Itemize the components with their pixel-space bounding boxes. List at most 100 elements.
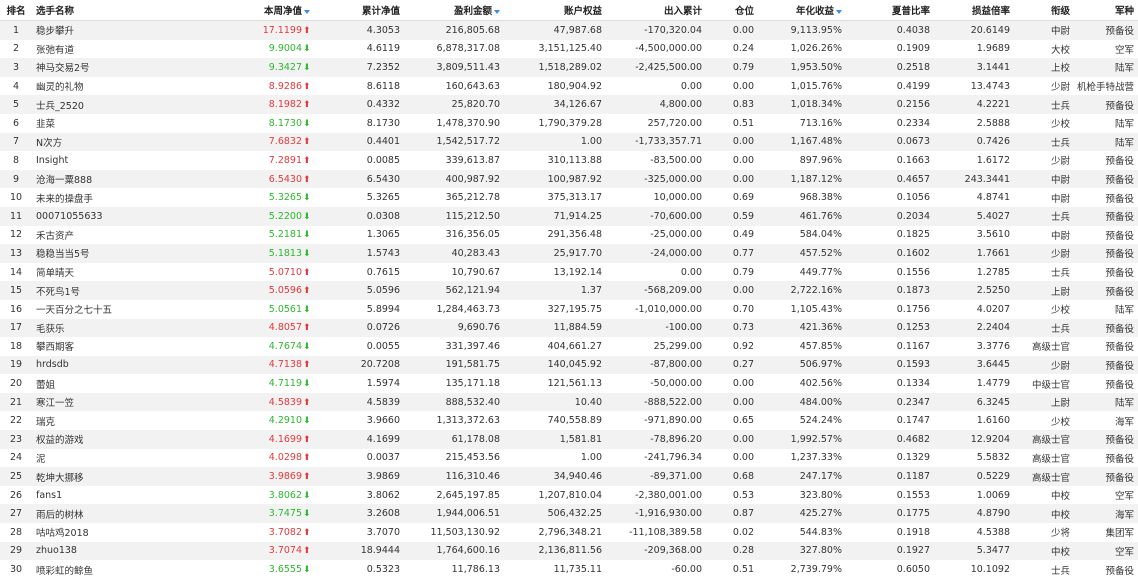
- player-name[interactable]: Insight: [32, 151, 204, 170]
- sharpe-cell: 0.1329: [896, 452, 930, 464]
- equity-cell: 34,940.46: [553, 471, 602, 483]
- arrow-down-icon: ⬇: [303, 341, 311, 352]
- table-row: 12 禾古资产 5.2181⬇ 1.3065 316,356.05 291,356.48-…: [0, 225, 1138, 245]
- rank-cell: 8: [12, 154, 20, 166]
- player-name[interactable]: fans1: [32, 486, 204, 505]
- arrow-up-icon: ⬆: [303, 155, 311, 166]
- equity-cell: 3,151,125.40: [538, 43, 602, 55]
- header-week-nav[interactable]: 本周净值: [204, 0, 314, 21]
- player-name[interactable]: 幽灵的礼物: [32, 77, 204, 96]
- player-name[interactable]: 雨后的树林: [32, 504, 204, 523]
- position-cell: 0.00: [732, 433, 754, 445]
- table-row: 7 N次方 7.6832⬆ 0.4401 1,542,517.72 1.00 -1,733,…: [0, 132, 1138, 152]
- rank-title-cell: 少尉: [1050, 249, 1070, 261]
- position-cell: 0.79: [732, 266, 754, 278]
- equity-cell: 180,904.92: [547, 80, 602, 92]
- player-name[interactable]: 沧海一粟888: [32, 170, 204, 189]
- player-name[interactable]: 毛获乐: [32, 319, 204, 338]
- player-name[interactable]: 一天百分之七十五: [32, 300, 204, 319]
- position-cell: 0.02: [732, 526, 754, 538]
- week-nav-value: 5.0710: [268, 266, 302, 278]
- sharpe-cell: 0.1825: [896, 229, 930, 241]
- annual-cell: 968.38%: [799, 192, 842, 204]
- io-cell: -1,733,357.71: [635, 136, 702, 148]
- branch-cell: 预备役: [1105, 100, 1134, 112]
- table-row: 20 蕾姐 4.7119⬇ 1.5974 135,171.18 121,561.13 -50…: [0, 374, 1138, 393]
- annual-cell: 544.83%: [799, 526, 842, 538]
- player-name[interactable]: 乾坤大挪移: [32, 467, 204, 486]
- equity-cell: 13,192.14: [553, 266, 602, 278]
- sharpe-cell: 0.1187: [896, 471, 930, 483]
- player-name[interactable]: 稳稳当当5号: [32, 244, 204, 263]
- player-name[interactable]: 权益的游戏: [32, 430, 204, 449]
- arrow-up-icon: ⬆: [303, 267, 311, 278]
- arrow-up-icon: ⬆: [303, 81, 311, 92]
- header-annual[interactable]: 年化收益: [758, 0, 846, 21]
- sharpe-cell: 0.6050: [896, 564, 930, 576]
- rank-title-cell: 士兵: [1050, 268, 1070, 280]
- week-nav-cell: 3.9869⬆: [204, 467, 314, 486]
- io-cell: -325,000.00: [644, 173, 702, 185]
- rank-title-cell: 士兵: [1050, 212, 1070, 224]
- player-name[interactable]: 禾古资产: [32, 226, 204, 245]
- pl-ratio-cell: 1.9689: [976, 43, 1010, 55]
- player-name[interactable]: hrdsdb: [32, 356, 204, 375]
- annual-cell: 1,018.34%: [790, 99, 842, 111]
- branch-cell: 预备役: [1105, 379, 1134, 391]
- equity-cell: 2,796,348.21: [538, 526, 602, 538]
- cum-nav-cell: 0.0726: [366, 322, 400, 334]
- position-cell: 0.00: [732, 452, 754, 464]
- branch-cell: 预备役: [1105, 156, 1134, 168]
- player-name[interactable]: 士兵_2520: [32, 95, 204, 114]
- player-name[interactable]: 喷彩虹的鲸鱼: [32, 560, 204, 579]
- annual-cell: 506.97%: [799, 359, 842, 371]
- position-cell: 0.79: [732, 61, 754, 73]
- position-cell: 0.00: [732, 378, 754, 390]
- cum-nav-cell: 0.5323: [366, 564, 400, 576]
- player-name[interactable]: N次方: [32, 133, 204, 152]
- player-name[interactable]: 稳步攀升: [32, 21, 204, 40]
- player-name[interactable]: 瑞克: [32, 411, 204, 430]
- player-name[interactable]: 张弛有道: [32, 40, 204, 59]
- cum-nav-cell: 7.2352: [366, 61, 400, 73]
- player-name[interactable]: zhuo138: [32, 542, 204, 561]
- player-name[interactable]: 未来的操盘手: [32, 188, 204, 207]
- annual-cell: 1,237.33%: [790, 452, 842, 464]
- pl-ratio-cell: 1.2785: [976, 266, 1010, 278]
- player-name[interactable]: 00071055633: [32, 207, 204, 226]
- week-nav-value: 3.6555: [268, 564, 302, 576]
- player-name[interactable]: 咕咕鸡2018: [32, 523, 204, 542]
- position-cell: 0.59: [732, 210, 754, 222]
- cum-nav-cell: 3.8062: [366, 489, 400, 501]
- io-cell: 0.00: [680, 80, 702, 92]
- player-name[interactable]: 简单晴天: [32, 263, 204, 282]
- rank-title-cell: 高级士官: [1031, 453, 1070, 465]
- profit-cell: 135,171.18: [445, 378, 500, 390]
- profit-cell: 316,356.05: [445, 229, 500, 241]
- annual-cell: 1,015.76%: [790, 80, 842, 92]
- header-profit[interactable]: 盈利金额: [404, 0, 504, 21]
- player-name[interactable]: 蕾姐: [32, 374, 204, 393]
- branch-cell: 海军: [1114, 416, 1134, 428]
- branch-cell: 机枪手特战营: [1076, 82, 1134, 94]
- annual-cell: 2,722.16%: [790, 285, 842, 297]
- week-nav-value: 3.7082: [268, 526, 302, 538]
- week-nav-cell: 3.6555⬇: [204, 560, 314, 579]
- player-name[interactable]: 神马交易2号: [32, 58, 204, 77]
- player-name[interactable]: 韭菜: [32, 114, 204, 133]
- cum-nav-cell: 0.0037: [366, 452, 400, 464]
- table-row: 9 沧海一粟888 6.5430⬆ 6.5430 400,987.92 100,987.9…: [0, 169, 1138, 189]
- rank-cell: 20: [9, 378, 23, 390]
- pl-ratio-cell: 3.6445: [976, 359, 1010, 371]
- player-name[interactable]: 攀西期客: [32, 337, 204, 356]
- rank-title-cell: 少尉: [1050, 82, 1070, 94]
- player-name[interactable]: 不死鸟1号: [32, 281, 204, 300]
- header-pl-ratio: 损益倍率: [934, 0, 1014, 21]
- player-name[interactable]: 寒江一笠: [32, 393, 204, 412]
- table-row: 27 雨后的树林 3.7475⬇ 3.2608 1,944,006.51 506,432.…: [0, 504, 1138, 524]
- player-name[interactable]: 泥: [32, 449, 204, 468]
- table-row: 24 泥 4.0298⬆ 0.0037 215,453.56 1.00 -241,796.3…: [0, 448, 1138, 468]
- arrow-up-icon: ⬆: [303, 546, 311, 557]
- position-cell: 0.87: [732, 508, 754, 520]
- week-nav-cell: 4.1699⬆: [204, 430, 314, 449]
